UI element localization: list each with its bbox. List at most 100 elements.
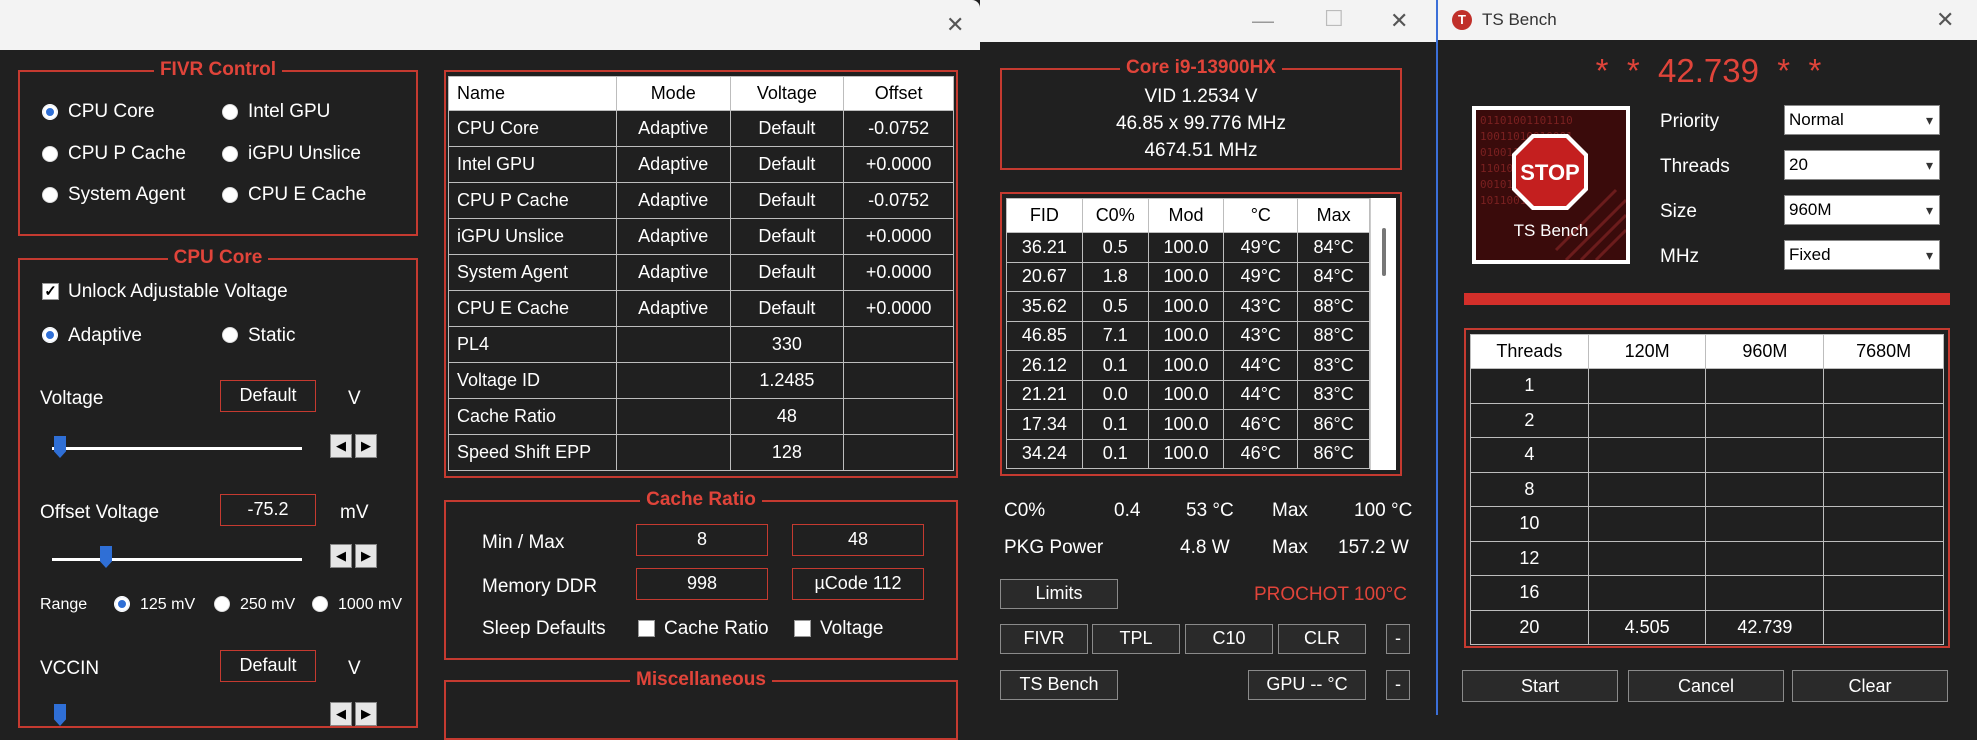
table-row[interactable]: CPU E Cache Adaptive Default +0.0000 — [448, 290, 954, 327]
pkg-power-label: PKG Power — [1004, 537, 1104, 558]
size-select[interactable]: 960M ▾ — [1784, 195, 1940, 225]
vccin-spin-left[interactable]: ◀ — [330, 702, 352, 726]
dash-button-1[interactable]: - — [1386, 624, 1410, 654]
radio-system-agent[interactable] — [42, 187, 58, 203]
unlock-voltage-checkbox[interactable]: ✓ — [42, 283, 59, 300]
clr-button[interactable]: CLR — [1278, 624, 1366, 654]
table-cell: Adaptive — [615, 182, 731, 219]
voltage-spin-right[interactable]: ▶ — [355, 434, 377, 458]
close-icon[interactable]: ✕ — [946, 14, 964, 36]
table-row[interactable]: PL4 330 — [448, 326, 954, 363]
radio-cpu-e-cache[interactable] — [222, 187, 238, 203]
table-row: 36.21 0.5 100.0 49°C 84°C — [1006, 232, 1370, 263]
maximize-icon[interactable]: ☐ — [1324, 8, 1344, 30]
table-cell: 20 — [1470, 609, 1589, 645]
table-row[interactable]: Voltage ID 1.2485 — [448, 362, 954, 399]
threads-select[interactable]: 20 ▾ — [1784, 150, 1940, 180]
radio-adaptive[interactable] — [42, 327, 58, 343]
scrollbar-thumb[interactable] — [1382, 228, 1386, 276]
table-cell — [1705, 575, 1825, 611]
table-cell: +0.0000 — [843, 218, 954, 255]
radio-range-250[interactable] — [214, 596, 230, 612]
c10-button[interactable]: C10 — [1185, 624, 1273, 654]
limits-button[interactable]: Limits — [1000, 579, 1118, 609]
table-cell — [1705, 540, 1825, 576]
table-cell: 8 — [1470, 471, 1589, 507]
cancel-button[interactable]: Cancel — [1628, 670, 1784, 702]
sleep-cache-ratio-checkbox[interactable] — [638, 620, 655, 637]
table-cell: 83°C — [1297, 350, 1370, 381]
table-cell — [1705, 471, 1825, 507]
table-cell: CPU E Cache — [448, 290, 617, 327]
mhz-select[interactable]: Fixed ▾ — [1784, 240, 1940, 270]
cache-min-field[interactable]: 8 — [636, 524, 768, 556]
priority-select[interactable]: Normal ▾ — [1784, 105, 1940, 135]
range-1000-label: 1000 mV — [338, 596, 403, 613]
radio-static[interactable] — [222, 327, 238, 343]
radio-label-cpu-core: CPU Core — [68, 101, 155, 122]
dash-button-2[interactable]: - — [1386, 670, 1410, 700]
table-cell — [1705, 368, 1825, 404]
radio-intel-gpu[interactable] — [222, 104, 238, 120]
table-row[interactable]: CPU P Cache Adaptive Default -0.0752 — [448, 182, 954, 219]
vccin-spin-right[interactable]: ▶ — [355, 702, 377, 726]
radio-cpu-core[interactable] — [42, 104, 58, 120]
minimize-icon[interactable]: — — [1252, 10, 1274, 32]
gpu-temp-button[interactable]: GPU -- °C — [1248, 670, 1366, 700]
start-button[interactable]: Start — [1462, 670, 1618, 702]
clear-button[interactable]: Clear — [1792, 670, 1948, 702]
close-icon[interactable]: ✕ — [1936, 9, 1954, 31]
table-row[interactable]: CPU Core Adaptive Default -0.0752 — [448, 110, 954, 147]
fivr-button[interactable]: FIVR — [1000, 624, 1088, 654]
column-header-mode[interactable]: Mode — [615, 76, 731, 111]
table-cell: 49°C — [1223, 232, 1299, 263]
radio-range-1000[interactable] — [312, 596, 328, 612]
voltage-field[interactable]: Default — [220, 380, 316, 412]
table-cell — [1587, 437, 1707, 473]
column-header-7680m: 7680M — [1823, 334, 1944, 369]
table-row: 20 4.505 42.739 — [1470, 609, 1944, 645]
radio-range-125[interactable] — [114, 596, 130, 612]
table-row: 26.12 0.1 100.0 44°C 83°C — [1006, 350, 1370, 381]
table-row[interactable]: iGPU Unslice Adaptive Default +0.0000 — [448, 218, 954, 255]
column-header-offset[interactable]: Offset — [843, 76, 954, 111]
offset-slider-track[interactable] — [52, 558, 302, 561]
column-header-voltage[interactable]: Voltage — [729, 76, 845, 111]
chevron-down-icon: ▾ — [1925, 247, 1933, 263]
table-cell: 1.8 — [1081, 261, 1149, 292]
table-row: 17.34 0.1 100.0 46°C 86°C — [1006, 409, 1370, 440]
table-cell — [1705, 402, 1825, 438]
offset-spin-left[interactable]: ◀ — [330, 544, 352, 568]
table-cell — [615, 362, 731, 399]
vccin-field[interactable]: Default — [220, 650, 316, 682]
voltage-spin-left[interactable]: ◀ — [330, 434, 352, 458]
table-row[interactable]: Speed Shift EPP 128 — [448, 434, 954, 471]
tpl-button[interactable]: TPL — [1092, 624, 1180, 654]
table-row[interactable]: Cache Ratio 48 — [448, 398, 954, 435]
close-icon[interactable]: ✕ — [1390, 10, 1408, 32]
chevron-down-icon: ▾ — [1925, 157, 1933, 173]
table-row: 16 — [1470, 575, 1944, 611]
fivr-window: ✕ FIVR Control CPU Core Intel GPU CPU P … — [0, 0, 980, 740]
offset-spin-right[interactable]: ▶ — [355, 544, 377, 568]
sleep-voltage-checkbox[interactable] — [794, 620, 811, 637]
table-cell: +0.0000 — [843, 254, 954, 291]
table-cell: Adaptive — [615, 110, 731, 147]
ts-bench-button[interactable]: TS Bench — [1000, 670, 1118, 700]
core-table-scrollbar[interactable] — [1370, 198, 1396, 470]
table-row: 21.21 0.0 100.0 44°C 83°C — [1006, 379, 1370, 410]
cache-max-field[interactable]: 48 — [792, 524, 924, 556]
radio-cpu-p-cache[interactable] — [42, 146, 58, 162]
offset-voltage-field[interactable]: -75.2 — [220, 494, 316, 526]
table-row[interactable]: Intel GPU Adaptive Default +0.0000 — [448, 146, 954, 183]
table-cell — [1587, 402, 1707, 438]
column-header-name[interactable]: Name — [448, 76, 617, 111]
voltage-slider-track[interactable] — [52, 447, 302, 450]
priority-label: Priority — [1660, 111, 1720, 132]
radio-igpu-unslice[interactable] — [222, 146, 238, 162]
table-row: 20.67 1.8 100.0 49°C 84°C — [1006, 261, 1370, 292]
table-row: 4 — [1470, 437, 1944, 473]
table-row[interactable]: System Agent Adaptive Default +0.0000 — [448, 254, 954, 291]
table-cell: Voltage ID — [448, 362, 617, 399]
table-cell: CPU Core — [448, 110, 617, 147]
